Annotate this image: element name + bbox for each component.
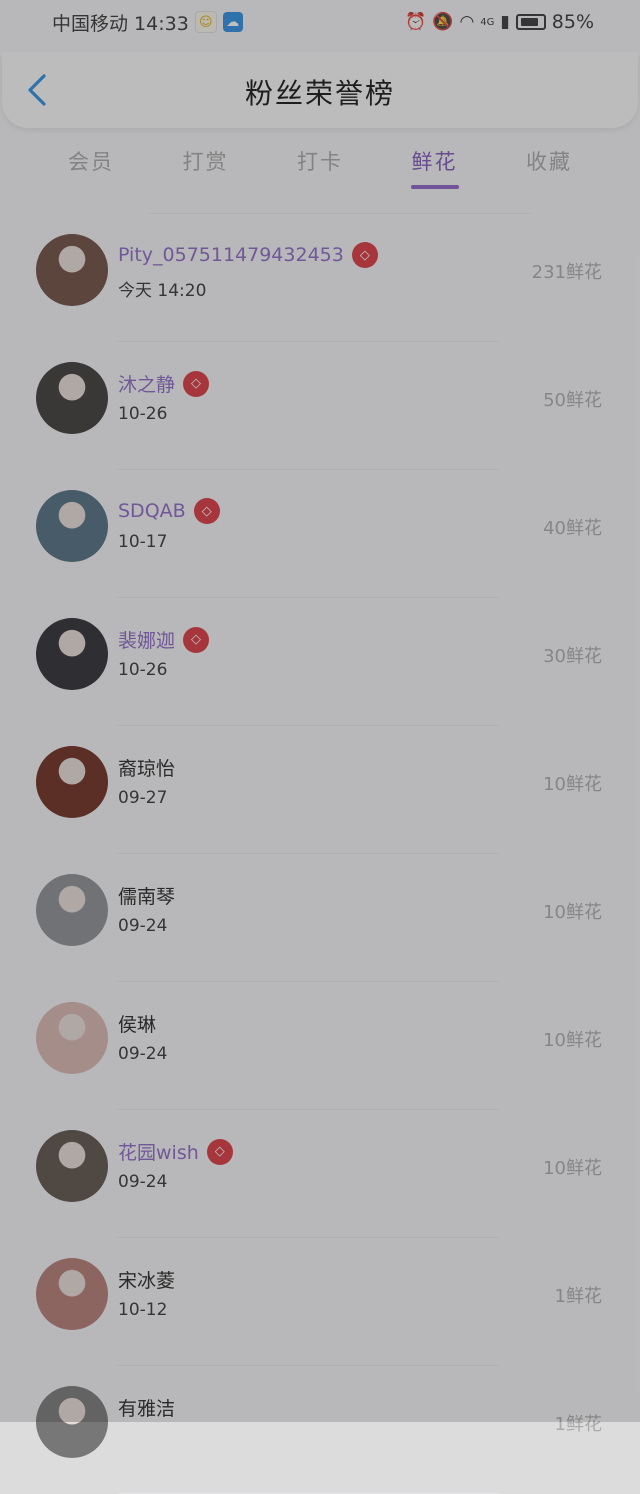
vip-diamond-icon: ◇ <box>206 1138 233 1165</box>
tab-flowers[interactable]: 鲜花 <box>378 140 492 196</box>
avatar[interactable] <box>36 362 108 434</box>
name-line: 裴娜迦 ◇ <box>118 626 210 653</box>
fan-name[interactable]: 宋冰菱 <box>118 1266 175 1293</box>
network-type: 4G <box>480 16 495 28</box>
flower-count: 40鲜花 <box>543 518 602 539</box>
fan-date: 10-26 <box>118 404 168 424</box>
flower-count: 30鲜花 <box>543 646 602 667</box>
header: 粉丝荣誉榜 <box>2 52 638 128</box>
name-line: 宋冰菱 <box>118 1266 175 1293</box>
fan-row[interactable]: 裴娜迦 ◇ 10-26 30鲜花 <box>0 598 640 726</box>
alarm-icon: ⏰ <box>405 12 427 32</box>
fan-row[interactable]: 侯琳 09-24 10鲜花 <box>0 982 640 1110</box>
fan-name[interactable]: 裴娜迦 <box>118 626 175 653</box>
avatar[interactable] <box>36 1258 108 1330</box>
flower-count: 10鲜花 <box>543 1158 602 1179</box>
fan-name[interactable]: SDQAB <box>118 500 186 522</box>
fan-row[interactable]: 裔琼怡 09-27 10鲜花 <box>0 726 640 854</box>
tab-bar: 会员 打赏 打卡 鲜花 收藏 <box>34 140 606 196</box>
tab-tips[interactable]: 打赏 <box>149 140 263 196</box>
name-line: 裔琼怡 <box>118 754 175 781</box>
page-title: 粉丝荣誉榜 <box>244 77 395 110</box>
fan-name[interactable]: Pity_057511479432453 <box>118 244 344 266</box>
flower-count: 50鲜花 <box>543 390 602 411</box>
fan-date: 10-26 <box>118 660 168 680</box>
fan-row[interactable]: 花园wish ◇ 09-24 10鲜花 <box>0 1110 640 1238</box>
fan-name[interactable]: 裔琼怡 <box>118 754 175 781</box>
avatar[interactable] <box>36 1130 108 1202</box>
fan-row[interactable]: 沐之静 ◇ 10-26 50鲜花 <box>0 342 640 470</box>
status-left: 中国移动 14:33 ☺ ☁ <box>52 9 243 36</box>
fan-list: Pity_057511479432453 ◇ 今天 14:20 231鲜花沐之静 ◇ 10… <box>0 214 640 1494</box>
flower-count: 10鲜花 <box>543 774 602 795</box>
fan-name[interactable]: 儒南琴 <box>118 882 175 909</box>
fan-name[interactable]: 花园wish <box>118 1138 199 1165</box>
signal-icon: ▮ <box>500 12 510 32</box>
fan-date: 10-17 <box>118 532 168 552</box>
vip-diamond-icon: ◇ <box>351 242 378 268</box>
avatar[interactable] <box>36 490 108 562</box>
flower-count: 1鲜花 <box>554 1286 602 1307</box>
flower-count: 10鲜花 <box>543 1030 602 1051</box>
battery-icon <box>515 14 546 30</box>
fan-date: 09-24 <box>118 916 168 936</box>
fan-name[interactable]: 侯琳 <box>118 1010 156 1037</box>
vip-diamond-icon: ◇ <box>193 498 220 524</box>
vip-diamond-icon: ◇ <box>183 370 210 397</box>
tab-checkin[interactable]: 打卡 <box>263 140 377 196</box>
fan-date: 10-12 <box>118 1300 168 1320</box>
name-line: Pity_057511479432453 ◇ <box>118 242 378 268</box>
fan-row[interactable]: 宋冰菱 10-12 1鲜花 <box>0 1238 640 1366</box>
tab-favorites[interactable]: 收藏 <box>492 140 606 196</box>
avatar[interactable] <box>36 1386 108 1458</box>
flower-count: 1鲜花 <box>554 1414 602 1435</box>
fan-row[interactable]: 儒南琴 09-24 10鲜花 <box>0 854 640 982</box>
cloud-app-icon: ☁ <box>222 12 243 32</box>
status-right: ⏰ 🔕 ◠ 4G ▮ 85% <box>405 11 594 33</box>
avatar[interactable] <box>36 234 108 306</box>
carrier-time: 中国移动 14:33 <box>52 12 189 35</box>
avatar[interactable] <box>36 874 108 946</box>
name-line: 沐之静 ◇ <box>118 370 210 397</box>
flower-count: 10鲜花 <box>543 902 602 923</box>
fan-name[interactable]: 有雅洁 <box>118 1394 175 1421</box>
name-line: 有雅洁 <box>118 1394 175 1421</box>
avatar[interactable] <box>36 1002 108 1074</box>
status-bar: 中国移动 14:33 ☺ ☁ ⏰ 🔕 ◠ 4G ▮ 85% <box>0 0 640 44</box>
page: 中国移动 14:33 ☺ ☁ ⏰ 🔕 ◠ 4G ▮ 85% 粉丝荣誉榜 会员 打赏… <box>0 0 640 1494</box>
battery-level: 85% <box>551 11 594 33</box>
avatar[interactable] <box>36 746 108 818</box>
name-line: SDQAB ◇ <box>118 498 220 524</box>
name-line: 花园wish ◇ <box>118 1138 233 1165</box>
fan-row[interactable]: 有雅洁 1鲜花 <box>0 1366 640 1494</box>
fan-date: 09-24 <box>118 1044 168 1064</box>
notification-app-icon: ☺ <box>194 11 217 33</box>
vip-diamond-icon: ◇ <box>183 626 210 653</box>
fan-date: 09-27 <box>118 788 168 808</box>
fan-date: 今天 14:20 <box>118 281 207 301</box>
tab-members[interactable]: 会员 <box>34 140 148 196</box>
name-line: 儒南琴 <box>118 882 175 909</box>
fan-row[interactable]: Pity_057511479432453 ◇ 今天 14:20 231鲜花 <box>0 214 640 342</box>
name-line: 侯琳 <box>118 1010 156 1037</box>
fan-name[interactable]: 沐之静 <box>118 370 175 397</box>
fan-row[interactable]: SDQAB ◇ 10-17 40鲜花 <box>0 470 640 598</box>
avatar[interactable] <box>36 618 108 690</box>
mute-bell-icon: 🔕 <box>432 12 454 32</box>
flower-count: 231鲜花 <box>531 262 602 283</box>
fan-date: 09-24 <box>118 1172 168 1192</box>
wifi-icon: ◠ <box>459 12 475 32</box>
